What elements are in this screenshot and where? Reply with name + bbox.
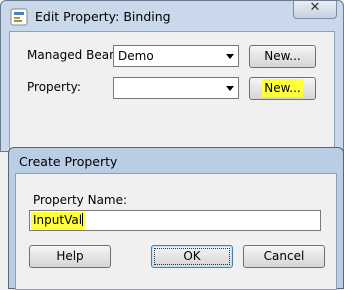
close-icon: ✕ [309,0,321,15]
managed-bean-dropdown[interactable]: Demo [113,45,239,67]
title-bar: Edit Property: Binding ✕ [1,0,343,31]
new-property-button-label: New... [262,79,303,97]
close-button[interactable]: ✕ [293,0,337,19]
new-bean-button[interactable]: New... [249,45,316,68]
edit-property-window: Edit Property: Binding ✕ [0,0,344,161]
property-name-input[interactable]: InputVal [29,210,321,231]
property-name-label: Property Name: [33,193,128,207]
dropdown-arrow-icon [226,54,234,59]
window-title: Edit Property: Binding [35,9,171,24]
cancel-button[interactable]: Cancel [243,245,325,268]
dialog-title: Create Property [19,154,118,169]
managed-bean-value: Demo [118,49,154,63]
ok-button[interactable]: OK [151,245,233,268]
focus-ring [154,248,230,265]
dropdown-arrow-icon [226,86,234,91]
property-label: Property: [27,80,81,94]
property-dropdown[interactable] [113,77,239,99]
property-name-value: InputVal [31,212,86,229]
managed-bean-label: Managed Bean: [27,48,121,62]
text-caret [82,213,84,226]
app-icon [10,8,28,26]
new-property-button[interactable]: New... [249,77,316,100]
help-button[interactable]: Help [29,245,111,268]
dialog-content [15,173,337,290]
